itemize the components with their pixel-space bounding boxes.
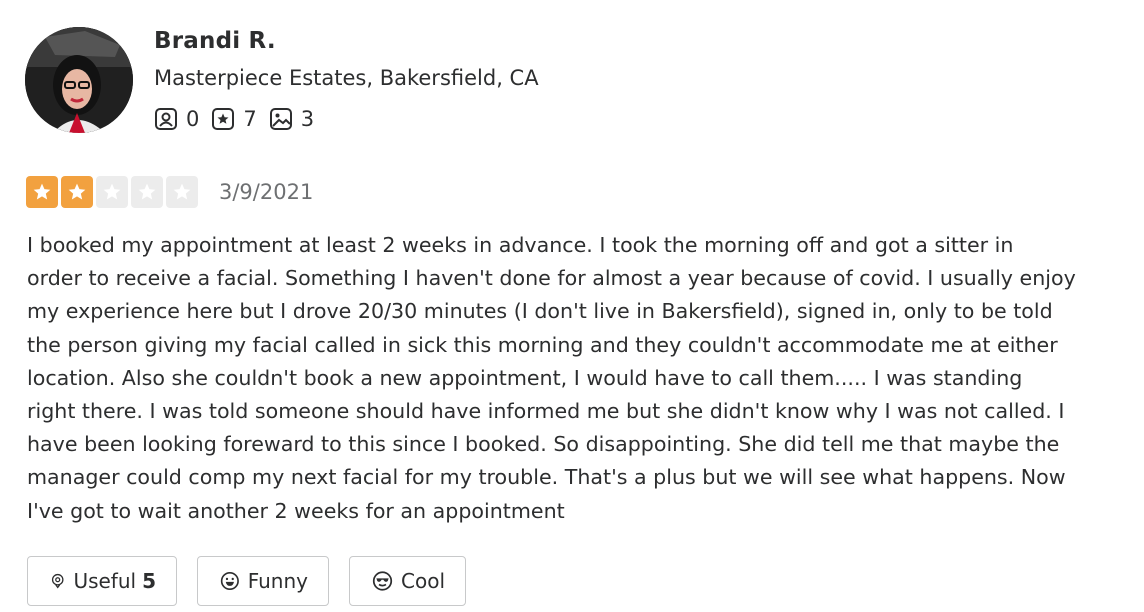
review-star-icon	[212, 108, 235, 130]
funny-button[interactable]: Funny	[197, 556, 329, 606]
star-icon	[103, 183, 121, 200]
star-icon	[33, 183, 51, 200]
star-empty	[96, 176, 128, 208]
star-empty	[131, 176, 163, 208]
reaction-buttons: Useful 5 Funny Cool	[27, 556, 486, 606]
star-filled	[61, 176, 93, 208]
star-icon	[138, 183, 156, 200]
review-card: Brandi R. Masterpiece Estates, Bakersfie…	[0, 0, 1144, 612]
avatar-photo	[25, 27, 133, 133]
reviews-stat: 7	[211, 106, 257, 132]
funny-label: Funny	[247, 569, 308, 593]
star-icon	[173, 183, 191, 200]
lightbulb-icon	[51, 573, 64, 589]
friends-stat: 0	[154, 106, 199, 132]
user-name[interactable]: Brandi R.	[154, 28, 276, 54]
star-empty	[166, 176, 198, 208]
reviews-count: 7	[243, 107, 257, 131]
useful-button[interactable]: Useful 5	[27, 556, 177, 606]
useful-count: 5	[142, 569, 156, 593]
star-filled	[26, 176, 58, 208]
user-stats: 0 7 3	[154, 106, 326, 132]
cool-button[interactable]: Cool	[349, 556, 466, 606]
review-text: I booked my appointment at least 2 weeks…	[27, 233, 1076, 523]
sunglasses-icon	[372, 571, 393, 591]
photos-stat: 3	[269, 106, 314, 132]
photos-count: 3	[300, 107, 315, 131]
user-location: Masterpiece Estates, Bakersfield, CA	[154, 66, 539, 90]
review-date: 3/9/2021	[219, 180, 314, 204]
photo-icon	[269, 108, 292, 130]
friends-count: 0	[186, 107, 200, 131]
star-icon	[68, 183, 86, 200]
useful-label: Useful	[73, 569, 137, 593]
smile-icon	[220, 571, 239, 591]
star-rating	[26, 176, 201, 208]
cool-label: Cool	[401, 569, 445, 593]
avatar[interactable]	[25, 27, 133, 133]
friends-icon	[155, 108, 177, 130]
